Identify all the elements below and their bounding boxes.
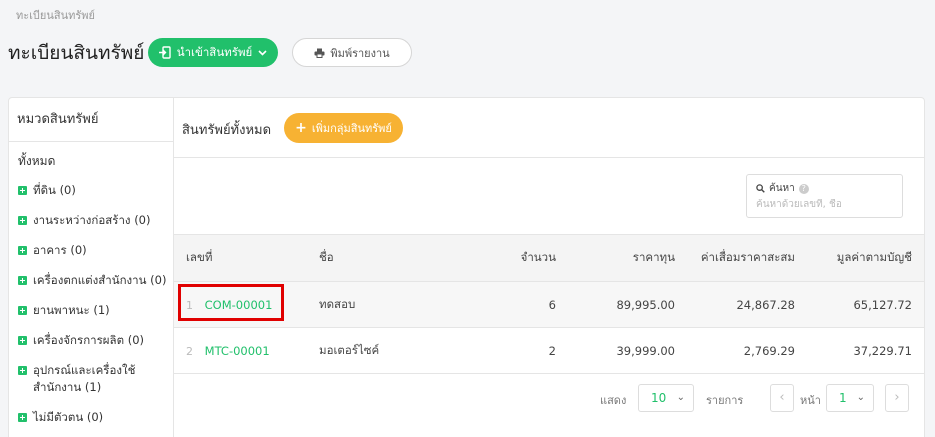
- category-land[interactable]: ที่ดิน (0): [18, 182, 76, 199]
- cell-depreciation: 2,769.29: [675, 327, 795, 374]
- cell-book-value: 37,229.71: [795, 327, 924, 374]
- asset-panel-title: สินทรัพย์ทั้งหมด: [182, 123, 272, 138]
- page-size-value: 10: [651, 391, 667, 405]
- category-building[interactable]: อาคาร (0): [18, 242, 87, 259]
- asset-panel-header: สินทรัพย์ทั้งหมด + เพิ่มกลุ่มสินทรัพย์: [174, 98, 924, 158]
- printer-icon: [314, 48, 325, 58]
- category-label: ยานพาหนะ (1): [33, 303, 110, 317]
- cell-book-value: 65,127.72: [795, 281, 924, 328]
- cell-qty: 6: [479, 281, 556, 328]
- category-label: ไม่มีตัวตน (0): [33, 410, 104, 424]
- plus-icon: [18, 366, 27, 375]
- asset-panel: สินทรัพย์ทั้งหมด + เพิ่มกลุ่มสินทรัพย์ ค…: [173, 97, 925, 437]
- search-label-row: ค้นหา ?: [756, 181, 809, 196]
- import-icon: [158, 46, 171, 59]
- category-production-machinery[interactable]: เครื่องจักรการผลิต (0): [18, 332, 144, 349]
- breadcrumb: ทะเบียนสินทรัพย์: [16, 9, 95, 22]
- search-label: ค้นหา: [769, 183, 795, 194]
- cell-code: 1 COM-00001: [174, 281, 319, 328]
- cell-name: ทดสอบ: [319, 281, 479, 328]
- category-label: เครื่องจักรการผลิต (0): [33, 333, 144, 347]
- search-icon: [756, 184, 765, 193]
- column-header-qty[interactable]: จำนวน: [479, 234, 556, 282]
- chevron-down-icon: [258, 49, 267, 56]
- add-asset-group-label: เพิ่มกลุ่มสินทรัพย์: [311, 122, 392, 135]
- category-label: งานระหว่างก่อสร้าง (0): [33, 213, 151, 227]
- asset-code-link[interactable]: MTC-00001: [205, 344, 270, 358]
- cell-name: มอเตอร์ไซค์: [319, 327, 479, 374]
- row-index: 2: [186, 344, 193, 358]
- category-all[interactable]: ทั้งหมด: [18, 152, 55, 171]
- table-row[interactable]: 1 COM-00001 ทดสอบ 6 89,995.00 24,867.28 …: [174, 281, 924, 328]
- category-label: อุปกรณ์และเครื่องใช้สำนักงาน (1): [33, 363, 136, 394]
- plus-icon: [18, 306, 27, 315]
- page-label: หน้า: [800, 394, 821, 407]
- category-sidebar: หมวดสินทรัพย์ ทั้งหมด ที่ดิน (0) งานระหว…: [8, 97, 174, 437]
- next-page-button[interactable]: ›: [885, 384, 909, 412]
- page-size-select[interactable]: 10 ⌄: [638, 384, 694, 412]
- column-header-name[interactable]: ชื่อ: [319, 234, 479, 282]
- column-header-depreciation[interactable]: ค่าเสื่อมราคาสะสม: [675, 234, 795, 282]
- column-header-book-value[interactable]: มูลค่าตามบัญชี: [795, 234, 924, 282]
- category-label: อาคาร (0): [33, 243, 87, 257]
- print-report-label: พิมพ์รายงาน: [330, 46, 390, 60]
- sidebar-title: หมวดสินทรัพย์: [9, 98, 173, 142]
- page-select[interactable]: 1 ⌄: [826, 384, 874, 412]
- plus-icon: [18, 186, 27, 195]
- search-input[interactable]: [756, 199, 896, 210]
- print-report-button[interactable]: พิมพ์รายงาน: [292, 38, 412, 67]
- category-label: เครื่องตกแต่งสำนักงาน (0): [33, 273, 167, 287]
- table-row[interactable]: 2 MTC-00001 มอเตอร์ไซค์ 2 39,999.00 2,76…: [174, 327, 924, 374]
- items-label: รายการ: [706, 394, 744, 407]
- plus-icon: [18, 216, 27, 225]
- previous-page-button[interactable]: ‹: [770, 384, 794, 412]
- category-label: ที่ดิน (0): [33, 183, 76, 197]
- page-title: ทะเบียนสินทรัพย์: [8, 42, 145, 64]
- page-size-label: แสดง: [600, 394, 627, 407]
- category-construction-in-progress[interactable]: งานระหว่างก่อสร้าง (0): [18, 212, 150, 229]
- cell-cost: 39,999.00: [556, 327, 675, 374]
- category-intangible[interactable]: ไม่มีตัวตน (0): [18, 409, 103, 426]
- row-index: 1: [186, 298, 193, 312]
- asset-table: เลขที่ ชื่อ จำนวน ราคาทุน ค่าเสื่อมราคาส…: [174, 234, 924, 374]
- search-box: ค้นหา ?: [746, 174, 903, 218]
- import-asset-button[interactable]: นำเข้าสินทรัพย์: [148, 38, 278, 67]
- pagination: แสดง 10 ⌄ รายการ ‹ หน้า 1 ⌄ ›: [174, 380, 924, 416]
- plus-icon: +: [295, 120, 307, 136]
- table-header-row: เลขที่ ชื่อ จำนวน ราคาทุน ค่าเสื่อมราคาส…: [174, 234, 924, 282]
- help-icon[interactable]: ?: [798, 183, 809, 194]
- plus-icon: [18, 276, 27, 285]
- asset-code-link[interactable]: COM-00001: [205, 298, 273, 312]
- plus-icon: [18, 336, 27, 345]
- column-header-code[interactable]: เลขที่: [174, 234, 319, 282]
- category-vehicle[interactable]: ยานพาหนะ (1): [18, 302, 110, 319]
- plus-icon: [18, 246, 27, 255]
- column-header-cost[interactable]: ราคาทุน: [556, 234, 675, 282]
- page-value: 1: [839, 391, 847, 405]
- cell-cost: 89,995.00: [556, 281, 675, 328]
- cell-code: 2 MTC-00001: [174, 327, 319, 374]
- category-office-equipment[interactable]: อุปกรณ์และเครื่องใช้สำนักงาน (1): [18, 362, 168, 396]
- chevron-down-icon: ⌄: [676, 392, 685, 403]
- import-asset-label: นำเข้าสินทรัพย์: [176, 44, 253, 59]
- plus-icon: [18, 413, 27, 422]
- chevron-down-icon: ⌄: [856, 392, 865, 403]
- cell-qty: 2: [479, 327, 556, 374]
- chevron-left-icon: ‹: [779, 390, 785, 405]
- add-asset-group-button[interactable]: + เพิ่มกลุ่มสินทรัพย์: [284, 113, 403, 143]
- chevron-right-icon: ›: [894, 390, 900, 405]
- cell-depreciation: 24,867.28: [675, 281, 795, 328]
- category-office-furniture[interactable]: เครื่องตกแต่งสำนักงาน (0): [18, 272, 166, 289]
